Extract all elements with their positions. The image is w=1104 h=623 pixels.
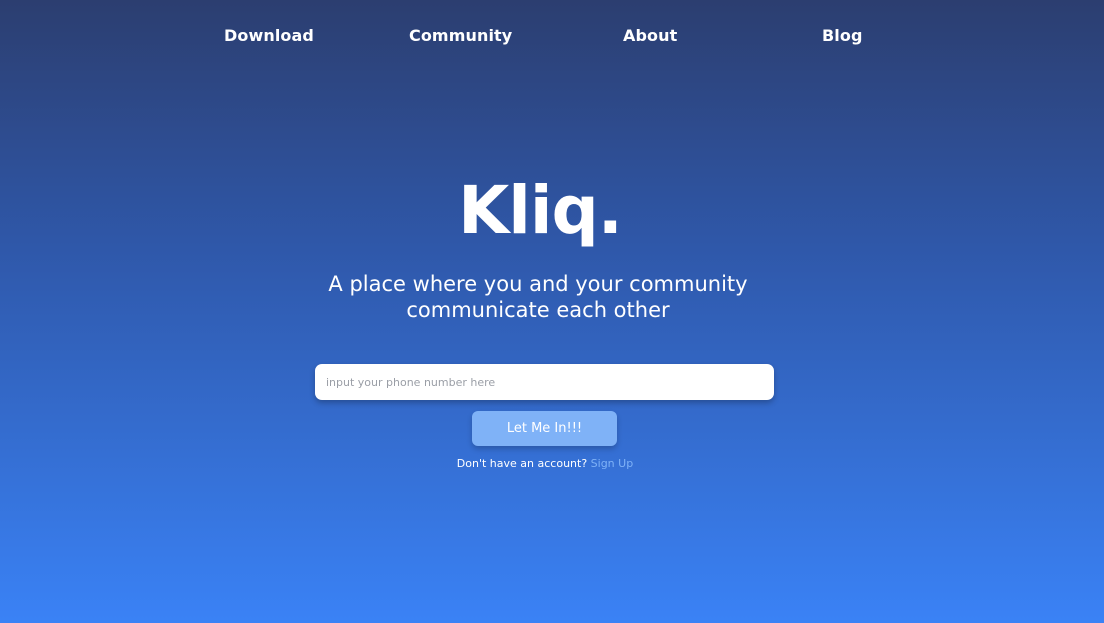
nav-link-about[interactable]: About [623,26,677,45]
sign-up-link[interactable]: Sign Up [591,457,634,470]
let-me-in-button[interactable]: Let Me In!!! [472,411,617,446]
app-logo: Kliq. [458,172,623,249]
nav-link-download[interactable]: Download [224,26,314,45]
signup-prompt-row: Don't have an account? Sign Up [0,457,1090,470]
phone-number-input[interactable] [315,364,774,400]
tagline-line-2: communicate each other [406,298,670,322]
nav-link-blog[interactable]: Blog [822,26,863,45]
tagline-line-1: A place where you and your community [328,272,748,296]
tagline: A place where you and your community com… [0,271,1076,323]
top-nav: Download Community About Blog [0,0,1104,72]
signup-prompt-text: Don't have an account? [456,457,591,470]
nav-link-community[interactable]: Community [409,26,512,45]
